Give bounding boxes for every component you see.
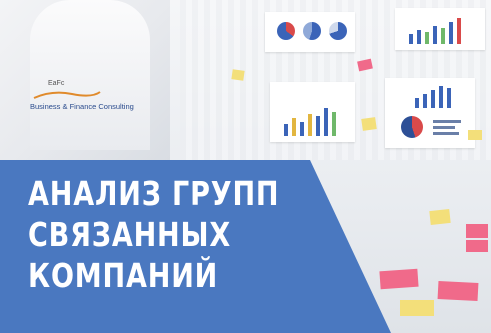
bar-mark <box>441 28 445 44</box>
title-line-1: АНАЛИЗ ГРУПП <box>28 174 280 213</box>
company-logo: ЕаFс Business & Finance Consulting <box>30 80 170 120</box>
chart-paper-bars-mid <box>270 82 355 142</box>
logo-swoosh-icon <box>33 91 101 99</box>
bar-mark <box>415 98 419 108</box>
person-shirt <box>30 0 150 150</box>
pie-chart-mark <box>277 22 295 40</box>
sticky-note <box>379 268 419 290</box>
bar-mark <box>300 122 304 136</box>
banner: ЕаFс Business & Finance Consulting АНАЛИ… <box>0 0 491 333</box>
sticky-note <box>466 224 488 238</box>
company-name: Business & Finance Consulting <box>30 102 134 111</box>
title-line-3: КОМПАНИЙ <box>28 256 219 295</box>
sticky-note <box>400 300 434 316</box>
bar-mark <box>284 124 288 136</box>
bar-mark <box>292 118 296 136</box>
logo-mark: ЕаFс <box>48 80 65 87</box>
pie-chart-mark <box>401 116 423 138</box>
sticky-note <box>429 208 451 226</box>
sticky-note <box>437 280 479 302</box>
chart-paper-pie-bars <box>385 78 475 148</box>
bar-mark <box>316 116 320 136</box>
chart-paper-bars-top <box>395 8 485 50</box>
bar-mark <box>433 26 437 44</box>
line-mark <box>433 126 455 129</box>
pie-chart-mark <box>329 22 347 40</box>
bar-mark <box>332 112 336 136</box>
bar-mark <box>417 30 421 44</box>
title-line-2: СВЯЗАННЫХ <box>28 215 232 254</box>
bar-mark <box>425 32 429 44</box>
bar-mark <box>308 114 312 136</box>
sticky-note <box>468 130 482 140</box>
line-mark <box>433 120 461 123</box>
sticky-note <box>231 69 245 81</box>
bar-mark <box>449 22 453 44</box>
bar-mark <box>324 108 328 136</box>
sticky-note <box>466 240 488 252</box>
bar-mark <box>431 90 435 108</box>
bar-mark <box>457 18 461 44</box>
bar-mark <box>409 34 413 44</box>
bar-mark <box>439 86 443 108</box>
bar-mark <box>447 88 451 108</box>
page-title: АНАЛИЗ ГРУПП СВЯЗАННЫХ КОМПАНИЙ <box>28 173 279 296</box>
line-mark <box>433 132 459 135</box>
pie-chart-mark <box>303 22 321 40</box>
sticky-note <box>361 117 377 131</box>
bar-mark <box>423 94 427 108</box>
chart-paper-pies <box>265 12 355 52</box>
